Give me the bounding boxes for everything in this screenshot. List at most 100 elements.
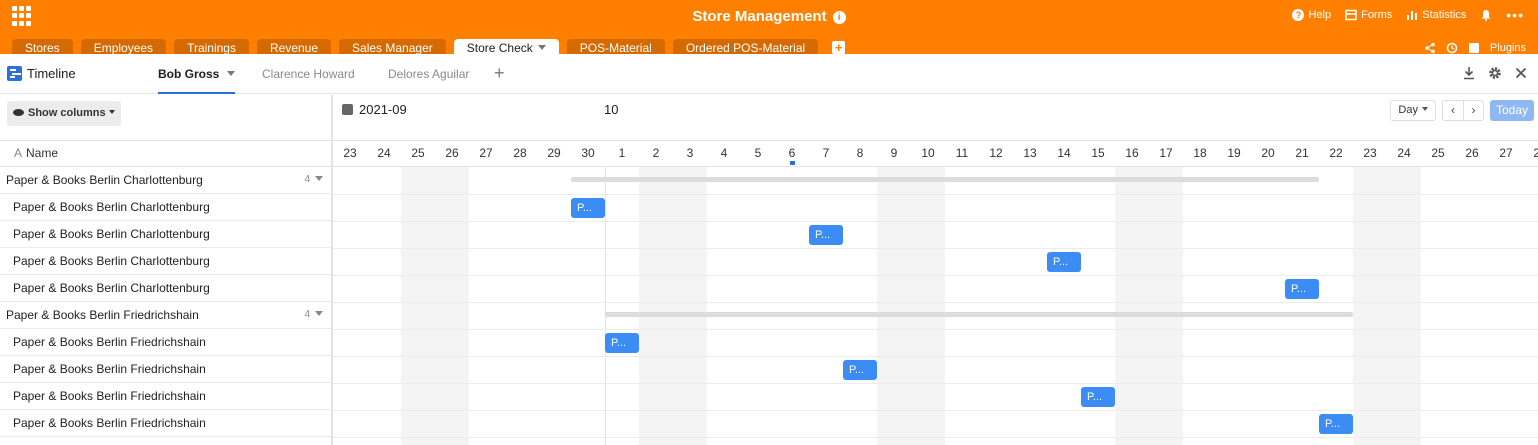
list-item[interactable]: Paper & Books Berlin Charlottenburg xyxy=(0,248,331,275)
chevron-down-icon xyxy=(315,176,323,181)
list-item[interactable]: Paper & Books Berlin Charlottenburg xyxy=(0,221,331,248)
history-icon[interactable] xyxy=(1446,42,1458,54)
day-label: 28 xyxy=(1533,146,1538,160)
chevron-down-icon xyxy=(1421,107,1428,111)
help-button[interactable]: ? Help xyxy=(1292,9,1331,21)
show-columns-button[interactable]: Show columns xyxy=(7,101,121,126)
day-label: 24 xyxy=(377,146,391,160)
collapse-sidebar-icon[interactable] xyxy=(342,104,353,115)
app-header: Store Management i ? Help Forms Statistic… xyxy=(0,0,1538,54)
row-separator xyxy=(333,275,1538,276)
day-label: 14 xyxy=(1057,146,1071,160)
day-label: 29 xyxy=(547,146,561,160)
close-icon[interactable] xyxy=(1514,66,1528,80)
day-label: 26 xyxy=(445,146,459,160)
gear-icon[interactable] xyxy=(1488,66,1502,80)
timeline-event[interactable]: P... xyxy=(843,360,877,380)
chevron-down-icon[interactable] xyxy=(537,45,546,50)
group-count[interactable]: 4 xyxy=(304,167,323,193)
view-tab-bob-gross[interactable]: Bob Gross xyxy=(158,67,236,81)
list-item[interactable]: Paper & Books Berlin Friedrichshain xyxy=(0,383,331,410)
list-item[interactable]: Paper & Books Berlin Charlottenburg xyxy=(0,194,331,221)
weekend-column xyxy=(877,167,945,445)
row-separator xyxy=(333,329,1538,330)
forms-button[interactable]: Forms xyxy=(1345,9,1392,21)
list-item[interactable]: Paper & Books Berlin Friedrichshain xyxy=(0,329,331,356)
today-button[interactable]: Today xyxy=(1489,100,1534,121)
bell-icon[interactable] xyxy=(1480,9,1492,21)
text-column-icon: A xyxy=(14,146,23,160)
timeline-event[interactable]: P... xyxy=(1319,414,1353,434)
tab-trainings[interactable]: Trainings xyxy=(174,39,249,54)
group-row[interactable]: Paper & Books Berlin Friedrichshain 4 xyxy=(0,302,331,329)
day-label: 30 xyxy=(581,146,595,160)
day-label: 9 xyxy=(890,146,898,160)
day-label: 2 xyxy=(652,146,660,160)
info-icon[interactable]: i xyxy=(832,11,846,24)
next-month-label: 10 xyxy=(604,102,619,117)
weekend-column xyxy=(1115,167,1183,445)
day-label: 24 xyxy=(1397,146,1411,160)
date-navigation: ‹ › xyxy=(1441,100,1484,121)
day-label: 15 xyxy=(1091,146,1105,160)
day-label: 20 xyxy=(1261,146,1275,160)
group-summary-bar xyxy=(605,312,1353,317)
list-item[interactable]: Paper & Books Berlin Charlottenburg xyxy=(0,275,331,302)
name-column-header[interactable]: A Name xyxy=(0,140,331,167)
more-menu-icon[interactable]: ••• xyxy=(1506,8,1524,22)
download-icon[interactable] xyxy=(1462,66,1476,80)
day-label: 23 xyxy=(1363,146,1377,160)
chevron-left-icon[interactable]: ‹ xyxy=(1443,101,1463,120)
row-separator xyxy=(333,383,1538,384)
tab-pos-material[interactable]: POS-Material xyxy=(566,39,665,54)
weekend-column xyxy=(1353,167,1421,445)
day-label: 22 xyxy=(1329,146,1343,160)
script-icon[interactable] xyxy=(1468,42,1480,54)
group-count[interactable]: 4 xyxy=(304,302,323,328)
weekend-column xyxy=(401,167,469,445)
day-label: 28 xyxy=(513,146,527,160)
month-boundary-line xyxy=(605,167,606,445)
tab-stores[interactable]: Stores xyxy=(12,39,73,54)
tab-sales-manager[interactable]: Sales Manager xyxy=(339,39,446,54)
view-tab-delores-aguilar[interactable]: Delores Aguilar xyxy=(388,67,469,81)
day-label: 8 xyxy=(856,146,864,160)
eye-icon xyxy=(13,109,24,116)
row-separator xyxy=(333,248,1538,249)
granularity-select[interactable]: Day xyxy=(1390,100,1436,121)
chevron-down-icon xyxy=(108,110,115,114)
timeline-event[interactable]: P... xyxy=(809,225,843,245)
tab-employees[interactable]: Employees xyxy=(80,39,167,54)
day-label: 1 xyxy=(618,146,626,160)
tab-store-check[interactable]: Store Check xyxy=(453,39,559,54)
day-label: 5 xyxy=(754,146,762,160)
plugins-button[interactable]: Plugins xyxy=(1490,42,1526,54)
view-name[interactable]: Timeline xyxy=(7,66,76,81)
day-label: 25 xyxy=(411,146,425,160)
app-title[interactable]: Store Management xyxy=(692,8,826,25)
view-bar: Timeline Bob Gross Clarence Howard Delor… xyxy=(0,54,1538,94)
chevron-down-icon[interactable] xyxy=(227,71,236,76)
timeline-event[interactable]: P... xyxy=(1081,387,1115,407)
timeline-event[interactable]: P... xyxy=(605,333,639,353)
tab-ordered-pos-material[interactable]: Ordered POS-Material xyxy=(672,39,819,54)
list-item[interactable]: Paper & Books Berlin Friedrichshain xyxy=(0,410,331,437)
chevron-down-icon xyxy=(315,311,323,316)
add-table-icon[interactable]: + xyxy=(832,41,846,54)
timeline-event[interactable]: P... xyxy=(1047,252,1081,272)
list-item[interactable]: Paper & Books Berlin Friedrichshain xyxy=(0,356,331,383)
day-label: 7 xyxy=(822,146,830,160)
group-row[interactable]: Paper & Books Berlin Charlottenburg 4 xyxy=(0,167,331,194)
day-label: 18 xyxy=(1193,146,1207,160)
row-separator xyxy=(333,221,1538,222)
day-label: 19 xyxy=(1227,146,1241,160)
add-view-icon[interactable]: + xyxy=(494,63,505,84)
timeline-event[interactable]: P... xyxy=(1285,279,1319,299)
statistics-button[interactable]: Statistics xyxy=(1406,9,1466,21)
chevron-right-icon[interactable]: › xyxy=(1462,101,1483,120)
timeline-event[interactable]: P... xyxy=(571,198,605,218)
view-tab-clarence-howard[interactable]: Clarence Howard xyxy=(262,67,355,81)
share-icon[interactable] xyxy=(1424,42,1436,54)
tab-revenue[interactable]: Revenue xyxy=(256,39,332,54)
row-separator xyxy=(333,356,1538,357)
